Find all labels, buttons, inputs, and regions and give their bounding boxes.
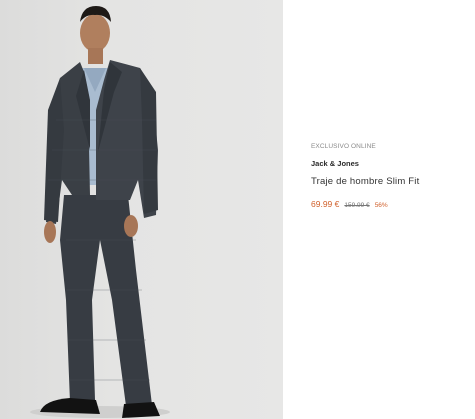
- discount-badge: 56%: [374, 202, 388, 209]
- exclusive-online-badge: EXCLUSIVO ONLINE: [311, 143, 376, 150]
- original-price: 159.99 €: [344, 202, 370, 209]
- product-brand[interactable]: Jack & Jones: [311, 159, 471, 168]
- price-row: 69.99 € 159.99 € 56%: [311, 199, 471, 209]
- product-image[interactable]: [0, 0, 283, 419]
- product-name[interactable]: Traje de hombre Slim Fit: [311, 176, 471, 187]
- current-price: 69.99 €: [311, 199, 340, 209]
- model-illustration: [30, 6, 170, 418]
- product-info: EXCLUSIVO ONLINE Jack & Jones Traje de h…: [311, 143, 471, 209]
